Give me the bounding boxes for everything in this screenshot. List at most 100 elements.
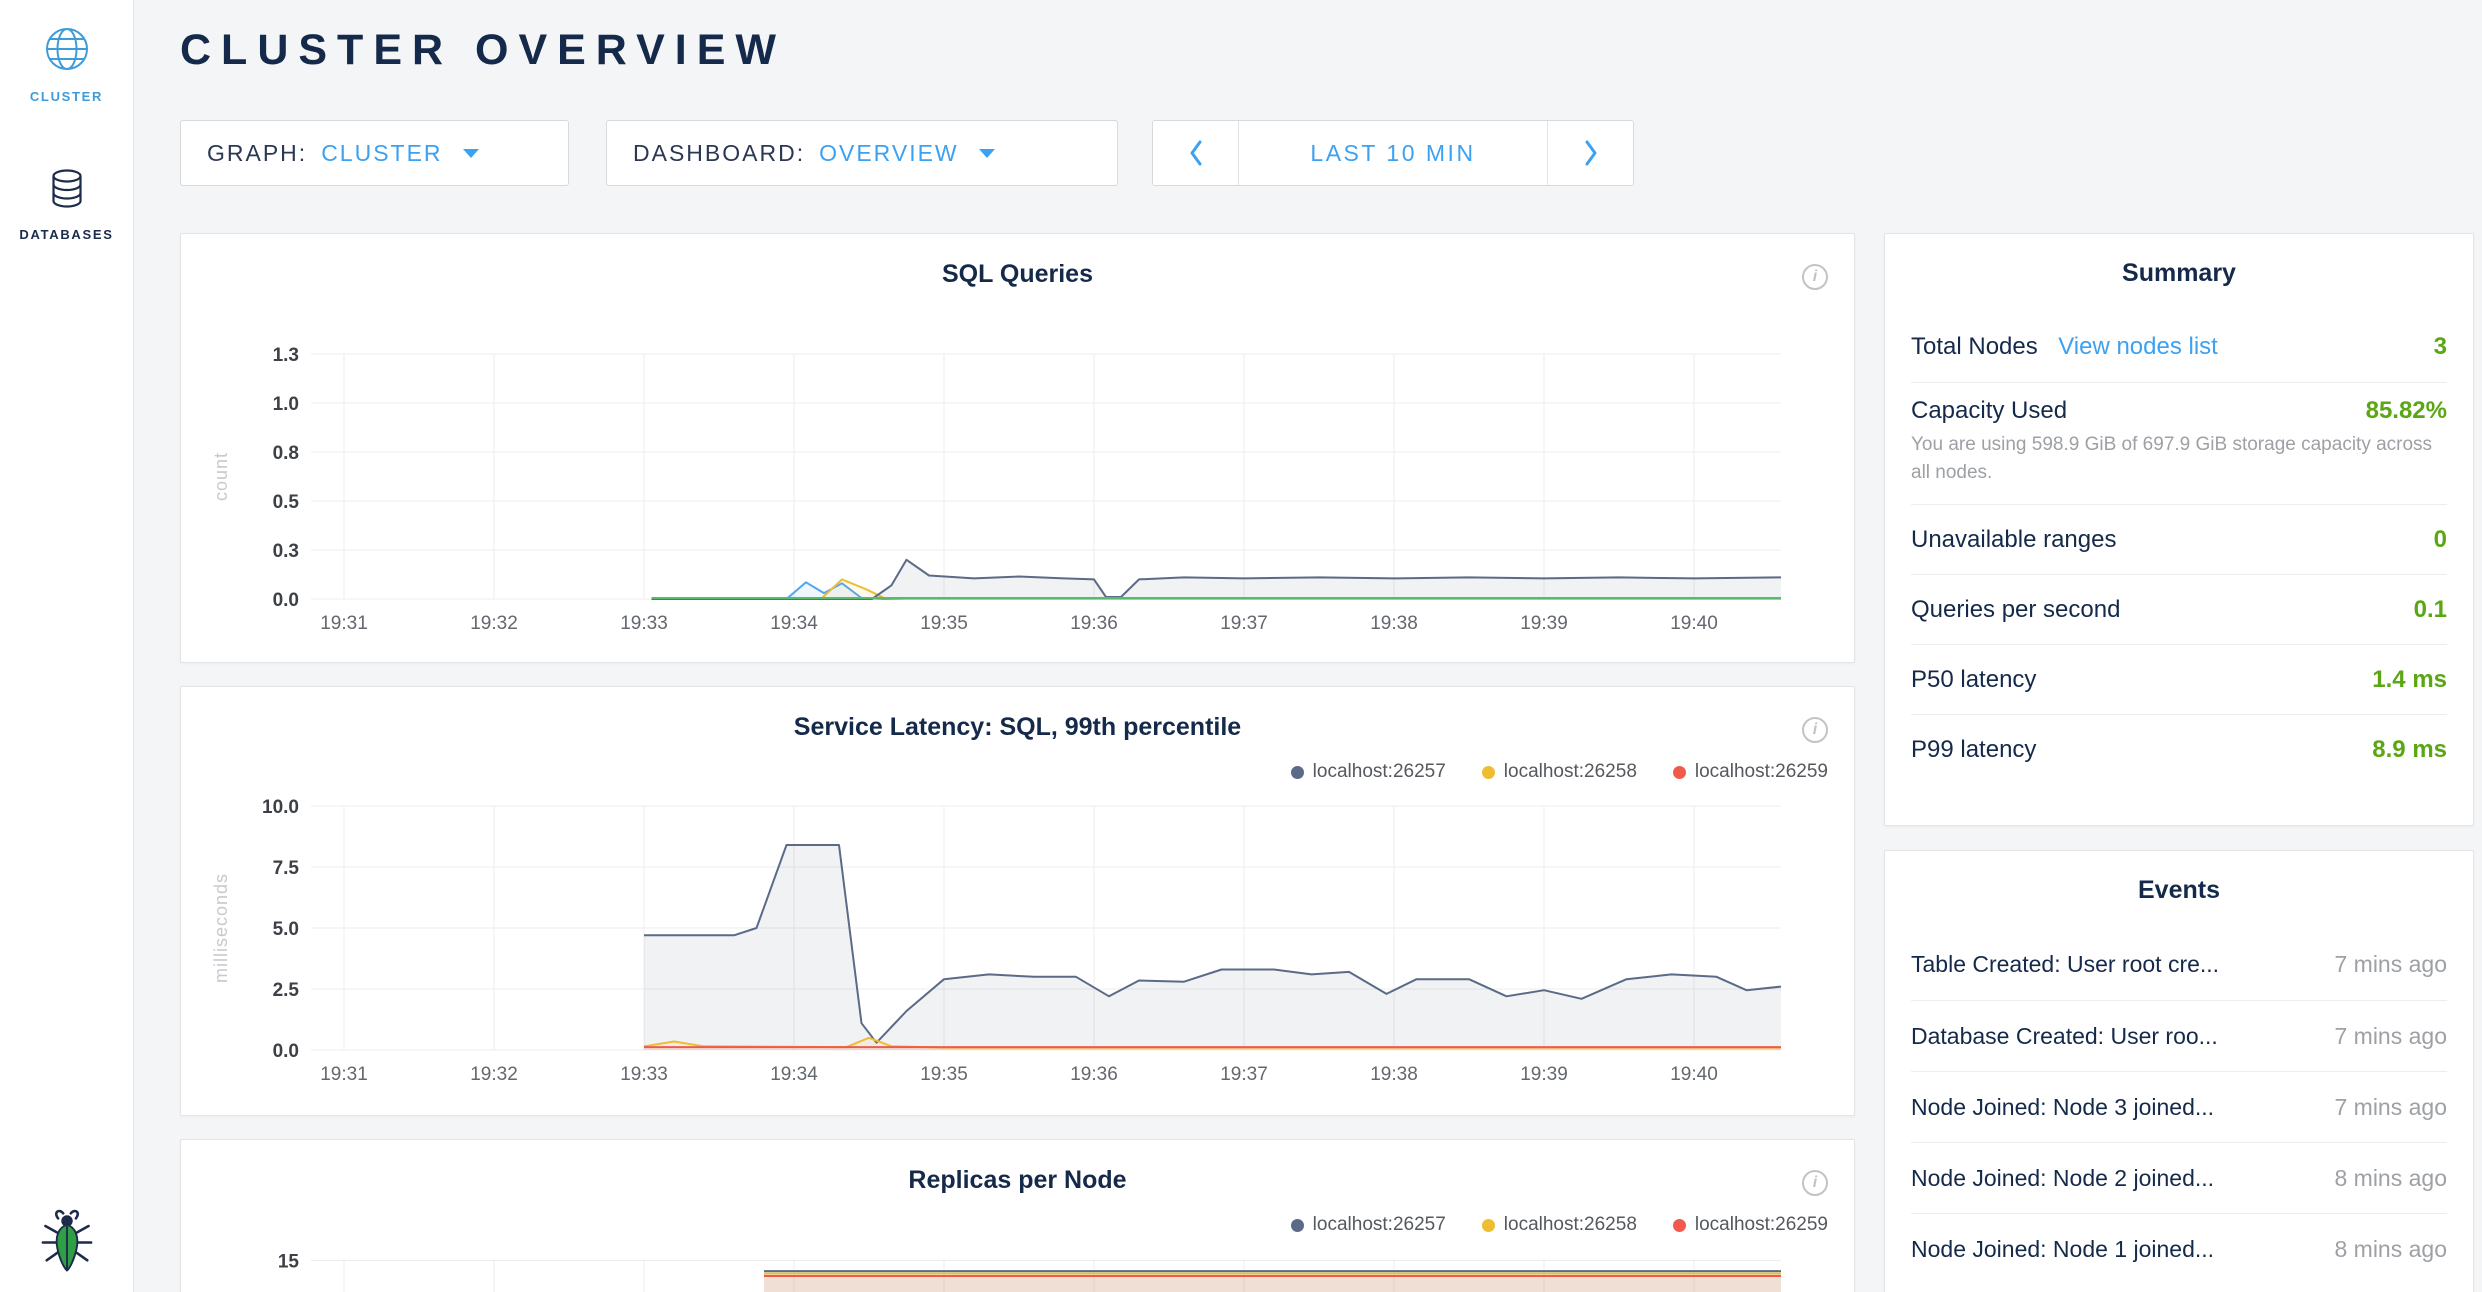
svg-text:2.5: 2.5	[273, 980, 300, 1001]
summary-label: Capacity Used	[1911, 397, 2067, 425]
svg-text:0.5: 0.5	[273, 492, 300, 513]
event-text: Node Joined: Node 2 joined...	[1911, 1165, 2214, 1192]
events-panel: Events Table Created: User root cre... 7…	[1884, 850, 2474, 1292]
event-time: 7 mins ago	[2334, 1023, 2447, 1050]
svg-text:19:32: 19:32	[470, 613, 518, 634]
svg-text:19:34: 19:34	[770, 613, 818, 634]
summary-value: 3	[2434, 333, 2447, 361]
event-row: Node Joined: Node 2 joined... 8 mins ago	[1911, 1142, 2447, 1213]
svg-text:19:31: 19:31	[320, 613, 368, 634]
svg-text:0.3: 0.3	[273, 541, 299, 562]
chart-panel-sql-queries: SQL Queries i 0.00.30.50.81.01.319:3119:…	[180, 233, 1855, 663]
svg-text:milliseconds: milliseconds	[211, 873, 231, 983]
svg-text:19:32: 19:32	[470, 1064, 518, 1085]
graph-dropdown-value: CLUSTER	[321, 140, 442, 167]
chevron-down-icon	[979, 149, 995, 158]
replicas-per-node-chart: 1519:3119:3219:3319:3419:3519:3619:3719:…	[181, 1140, 1854, 1292]
svg-text:19:37: 19:37	[1220, 1064, 1268, 1085]
event-text: Node Joined: Node 3 joined...	[1911, 1094, 2214, 1121]
event-row: Table Created: User root cre... 7 mins a…	[1911, 929, 2447, 1000]
svg-text:19:40: 19:40	[1670, 1064, 1718, 1085]
summary-row-unavailable-ranges: Unavailable ranges 0	[1911, 504, 2447, 574]
summary-value: 0	[2434, 526, 2447, 554]
summary-value: 8.9 ms	[2372, 736, 2447, 764]
time-window-next-button[interactable]	[1547, 121, 1633, 185]
dashboard-dropdown[interactable]: DASHBOARD: OVERVIEW	[606, 120, 1118, 186]
event-row: Database Created: User roo... 7 mins ago	[1911, 1000, 2447, 1071]
sidebar-item-cluster[interactable]: CLUSTER	[0, 26, 133, 104]
svg-text:19:36: 19:36	[1070, 613, 1118, 634]
chevron-right-icon	[1582, 138, 1600, 168]
graph-dropdown-label: GRAPH:	[207, 140, 307, 167]
capacity-subtitle: You are using 598.9 GiB of 697.9 GiB sto…	[1911, 431, 2447, 486]
summary-label: Queries per second	[1911, 596, 2120, 624]
event-text: Node Joined: Node 1 joined...	[1911, 1236, 2214, 1263]
svg-text:19:39: 19:39	[1520, 1064, 1568, 1085]
chevron-left-icon	[1187, 138, 1205, 168]
globe-icon	[44, 26, 90, 72]
svg-text:19:36: 19:36	[1070, 1064, 1118, 1085]
svg-text:19:31: 19:31	[320, 1064, 368, 1085]
events-list: Table Created: User root cre... 7 mins a…	[1885, 929, 2473, 1284]
summary-label: P50 latency	[1911, 666, 2036, 694]
view-nodes-list-link[interactable]: View nodes list	[2058, 333, 2218, 360]
svg-text:count: count	[211, 452, 231, 501]
event-time: 7 mins ago	[2334, 1094, 2447, 1121]
sidebar-item-label: DATABASES	[0, 227, 133, 242]
time-window-prev-button[interactable]	[1153, 121, 1239, 185]
event-time: 8 mins ago	[2334, 1165, 2447, 1192]
sidebar: CLUSTER DATABASES	[0, 0, 134, 1292]
summary-value: 0.1	[2414, 596, 2447, 624]
database-icon	[47, 168, 87, 210]
events-title: Events	[1885, 851, 2473, 929]
event-row: Node Joined: Node 3 joined... 7 mins ago	[1911, 1071, 2447, 1142]
summary-value: 85.82%	[2366, 397, 2447, 425]
svg-text:0.0: 0.0	[273, 1041, 299, 1062]
svg-text:19:38: 19:38	[1370, 1064, 1418, 1085]
event-row: Node Joined: Node 1 joined... 8 mins ago	[1911, 1213, 2447, 1284]
sql-queries-chart: 0.0 0.3 0.5 0.8 1.0 1.3 19:31 19:32 19:33 19:34 19…	[181, 234, 1854, 662]
svg-text:1.0: 1.0	[273, 394, 299, 415]
summary-label: Unavailable ranges	[1911, 526, 2116, 554]
sidebar-item-databases[interactable]: DATABASES	[0, 168, 133, 242]
time-window-label[interactable]: LAST 10 MIN	[1239, 121, 1547, 185]
chart-panel-replicas-per-node: Replicas per Node i localhost:26257local…	[180, 1139, 1855, 1292]
svg-text:10.0: 10.0	[262, 797, 299, 818]
graph-dropdown[interactable]: GRAPH: CLUSTER	[180, 120, 569, 186]
event-time: 8 mins ago	[2334, 1236, 2447, 1263]
event-text: Database Created: User roo...	[1911, 1023, 2218, 1050]
cockroachdb-logo[interactable]	[36, 1207, 98, 1278]
svg-text:19:39: 19:39	[1520, 613, 1568, 634]
svg-text:0.0: 0.0	[273, 590, 299, 611]
chart-panel-service-latency: Service Latency: SQL, 99th percentile i …	[180, 686, 1855, 1116]
svg-text:19:38: 19:38	[1370, 613, 1418, 634]
svg-text:1.3: 1.3	[273, 345, 299, 366]
summary-row-total-nodes: Total Nodes View nodes list 3	[1911, 312, 2447, 382]
chevron-down-icon	[463, 149, 479, 158]
dashboard-dropdown-value: OVERVIEW	[819, 140, 959, 167]
svg-text:19:35: 19:35	[920, 1064, 968, 1085]
summary-label: Total Nodes	[1911, 333, 2038, 360]
summary-value: 1.4 ms	[2372, 666, 2447, 694]
time-window-control: LAST 10 MIN	[1152, 120, 1634, 186]
svg-text:19:35: 19:35	[920, 613, 968, 634]
svg-text:5.0: 5.0	[273, 919, 299, 940]
sidebar-item-label: CLUSTER	[0, 89, 133, 104]
svg-text:0.8: 0.8	[273, 443, 299, 464]
summary-row-queries-per-second: Queries per second 0.1	[1911, 574, 2447, 644]
summary-row-p99-latency: P99 latency 8.9 ms	[1911, 714, 2447, 784]
page-title: CLUSTER OVERVIEW	[180, 26, 786, 75]
summary-row-p50-latency: P50 latency 1.4 ms	[1911, 644, 2447, 714]
summary-label: P99 latency	[1911, 736, 2036, 764]
svg-text:7.5: 7.5	[273, 858, 300, 879]
svg-text:19:37: 19:37	[1220, 613, 1268, 634]
event-text: Table Created: User root cre...	[1911, 951, 2219, 978]
dashboard-dropdown-label: DASHBOARD:	[633, 140, 805, 167]
summary-row-capacity-used: Capacity Used 85.82% You are using 598.9…	[1911, 382, 2447, 504]
service-latency-chart: 0.02.55.07.510.019:3119:3219:3319:3419:3…	[181, 687, 1854, 1115]
svg-text:19:40: 19:40	[1670, 613, 1718, 634]
summary-title: Summary	[1885, 234, 2473, 312]
svg-text:15: 15	[278, 1252, 300, 1273]
svg-text:19:33: 19:33	[620, 613, 668, 634]
event-time: 7 mins ago	[2334, 951, 2447, 978]
